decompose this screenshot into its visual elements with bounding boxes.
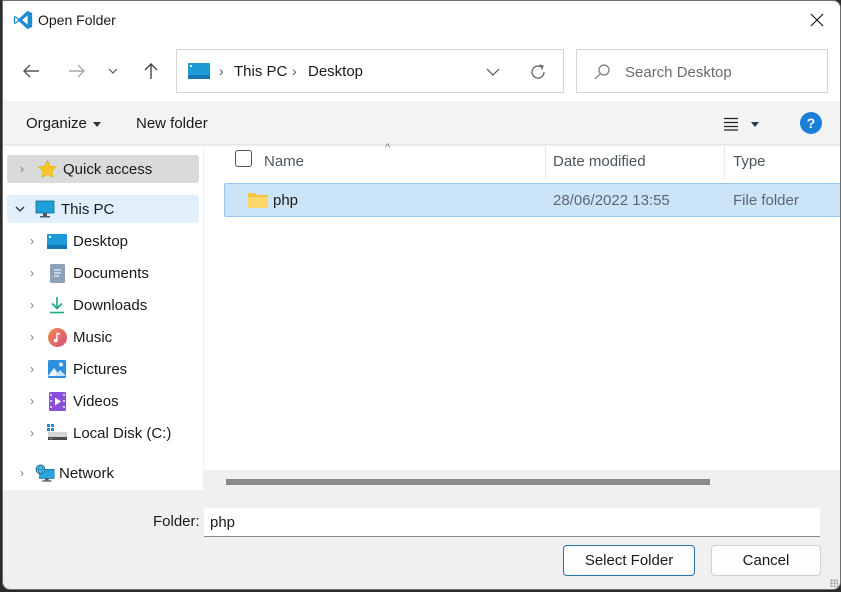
navigation-pane: › Quick access This PC › Desktop › Docum… <box>3 146 203 490</box>
sidebar-item-label: This PC <box>61 200 115 218</box>
forward-button[interactable] <box>65 59 89 83</box>
resize-grip-icon[interactable] <box>830 579 838 587</box>
scrollbar-thumb[interactable] <box>226 479 710 485</box>
download-icon <box>47 295 67 315</box>
recent-locations-button[interactable] <box>103 59 123 83</box>
sidebar-item-music[interactable]: › Music <box>25 323 112 351</box>
monitor-icon <box>35 199 55 219</box>
folder-label: Folder: <box>153 513 200 530</box>
select-folder-button[interactable]: Select Folder <box>563 545 695 576</box>
pictures-icon <box>47 359 67 379</box>
file-list: ^ Name Date modified Type php 28/06/2022… <box>203 142 840 490</box>
search-box[interactable] <box>576 49 828 93</box>
window-title: Open Folder <box>38 12 116 28</box>
star-icon <box>37 159 57 179</box>
search-icon <box>593 63 611 84</box>
sidebar-item-local-disk[interactable]: › Local Disk (C:) <box>25 419 171 447</box>
breadcrumb-this-pc[interactable]: This PC <box>234 63 287 80</box>
navigation-bar: › This PC › Desktop <box>3 41 840 101</box>
sidebar-item-desktop[interactable]: › Desktop <box>25 227 128 255</box>
caret-down-icon <box>92 121 101 127</box>
refresh-button[interactable] <box>527 61 549 83</box>
file-name: php <box>273 192 299 209</box>
network-icon <box>35 463 55 483</box>
close-icon <box>810 13 824 27</box>
breadcrumb-separator: › <box>219 63 224 79</box>
sidebar-item-pictures[interactable]: › Pictures <box>25 355 127 383</box>
new-folder-button[interactable]: New folder <box>136 115 208 132</box>
open-folder-dialog: Open Folder › This PC › Desktop Search D… <box>2 0 841 590</box>
horizontal-scrollbar[interactable] <box>204 470 840 490</box>
address-bar[interactable]: › This PC › Desktop <box>176 49 564 93</box>
drive-icon <box>47 423 67 443</box>
chevron-right-icon[interactable]: › <box>25 362 39 376</box>
sidebar-item-label: Music <box>73 328 113 346</box>
caret-down-icon <box>751 121 759 127</box>
organize-label: Organize <box>26 115 87 132</box>
chevron-down-icon <box>108 68 118 74</box>
chevron-down-icon[interactable] <box>13 202 27 216</box>
list-view-icon <box>724 117 738 131</box>
sidebar-item-label: Videos <box>73 392 119 410</box>
desktop-icon <box>188 63 210 82</box>
help-icon: ? <box>806 115 816 131</box>
breadcrumb-desktop[interactable]: Desktop <box>308 63 363 80</box>
folder-icon <box>248 193 268 212</box>
change-view-button[interactable] <box>723 113 769 135</box>
chevron-right-icon[interactable]: › <box>25 266 39 280</box>
sidebar-item-label: Desktop <box>73 232 129 250</box>
chevron-right-icon[interactable]: › <box>15 162 29 176</box>
vscode-icon <box>12 9 34 31</box>
column-divider[interactable] <box>545 146 546 180</box>
organize-button[interactable]: Organize <box>26 115 101 132</box>
arrow-right-icon <box>69 64 85 78</box>
address-history-button[interactable] <box>483 62 503 82</box>
chevron-right-icon[interactable]: › <box>25 426 39 440</box>
file-row[interactable]: php 28/06/2022 13:55 File folder <box>224 183 840 217</box>
sort-ascending-icon: ^ <box>385 142 391 154</box>
sidebar-item-label: Quick access <box>63 160 153 178</box>
folder-name-input[interactable] <box>204 508 820 537</box>
sidebar-item-videos[interactable]: › Videos <box>25 387 119 415</box>
search-input[interactable] <box>625 60 820 84</box>
sidebar-item-documents[interactable]: › Documents <box>25 259 149 287</box>
chevron-right-icon[interactable]: › <box>25 298 39 312</box>
arrow-up-icon <box>144 63 158 79</box>
chevron-right-icon[interactable]: › <box>25 330 39 344</box>
sidebar-item-label: Network <box>59 464 115 482</box>
music-icon <box>47 327 67 347</box>
back-button[interactable] <box>19 59 43 83</box>
sidebar-item-label: Downloads <box>73 296 148 314</box>
file-type: File folder <box>733 192 799 209</box>
file-date-modified: 28/06/2022 13:55 <box>553 192 670 209</box>
column-divider[interactable] <box>724 146 725 180</box>
sidebar-item-network[interactable]: › Network <box>15 459 114 487</box>
sidebar-item-label: Local Disk (C:) <box>73 424 172 442</box>
sidebar-item-label: Documents <box>73 264 149 282</box>
chevron-right-icon[interactable]: › <box>15 466 29 480</box>
column-header-date-modified[interactable]: Date modified <box>553 146 646 176</box>
title-bar: Open Folder <box>3 1 840 41</box>
desktop-icon <box>47 231 67 251</box>
refresh-icon <box>531 64 545 79</box>
documents-icon <box>47 263 67 283</box>
chevron-right-icon[interactable]: › <box>25 394 39 408</box>
column-header-name[interactable]: Name <box>264 146 304 176</box>
sidebar-item-label: Pictures <box>73 360 128 378</box>
arrow-left-icon <box>23 64 39 78</box>
up-button[interactable] <box>139 59 163 83</box>
close-button[interactable] <box>804 7 830 33</box>
command-bar: Organize New folder ? <box>3 101 840 145</box>
cancel-button[interactable]: Cancel <box>711 545 821 576</box>
select-all-checkbox[interactable] <box>235 150 252 167</box>
sidebar-item-this-pc[interactable]: This PC <box>7 195 199 223</box>
chevron-right-icon[interactable]: › <box>25 234 39 248</box>
sidebar-item-downloads[interactable]: › Downloads <box>25 291 147 319</box>
chevron-down-icon <box>486 68 500 76</box>
videos-icon <box>47 391 67 411</box>
sidebar-item-quick-access[interactable]: › Quick access <box>7 155 199 183</box>
breadcrumb-separator: › <box>292 63 297 79</box>
help-button[interactable]: ? <box>800 112 822 134</box>
column-header-type[interactable]: Type <box>733 146 766 176</box>
